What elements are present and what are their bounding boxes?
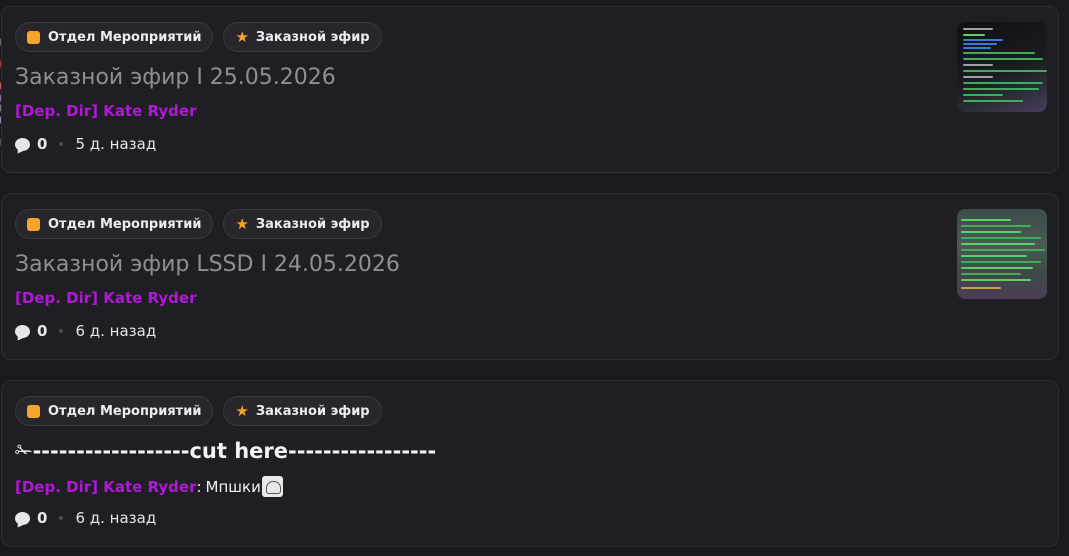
post-time: 6 д. назад xyxy=(75,322,157,340)
author-suffix: : xyxy=(196,477,202,496)
tag-list: Отдел Мероприятий ★ Заказной эфир xyxy=(15,22,382,52)
post-title[interactable]: ✁------------------cut here-------------… xyxy=(15,439,436,463)
tag-label: Заказной эфир xyxy=(255,403,370,419)
separator-dot xyxy=(59,142,64,146)
author-name[interactable]: [Dep. Dir] Kate Ryder xyxy=(15,478,196,496)
post-card[interactable]: Отдел Мероприятий ★ Заказной эфир Заказн… xyxy=(1,193,1059,360)
star-icon: ★ xyxy=(235,28,249,46)
post-card[interactable]: Отдел Мероприятий ★ Заказной эфир Заказн… xyxy=(1,6,1059,173)
author-line: [Dep. Dir] Kate Ryder : Мпшки xyxy=(15,476,283,497)
post-time: 5 д. назад xyxy=(75,135,157,153)
post-thumbnail[interactable] xyxy=(957,209,1047,299)
tag-label: Отдел Мероприятий xyxy=(48,29,202,45)
author-name[interactable]: [Dep. Dir] Kate Ryder xyxy=(15,289,196,307)
orange-square-icon xyxy=(27,30,40,44)
tag-events-department[interactable]: Отдел Мероприятий xyxy=(15,209,214,239)
post-title[interactable]: Заказной эфир I 25.05.2026 xyxy=(15,65,336,90)
tag-label: Заказной эфир xyxy=(255,216,370,232)
author-line: [Dep. Dir] Kate Ryder xyxy=(15,289,196,307)
tag-events-department[interactable]: Отдел Мероприятий xyxy=(15,396,214,426)
separator-dot xyxy=(59,516,64,520)
tag-custom-broadcast[interactable]: ★ Заказной эфир xyxy=(223,22,382,52)
comment-bubble-icon xyxy=(15,511,30,525)
post-thumbnail[interactable] xyxy=(957,22,1047,112)
post-meta: 0 6 д. назад xyxy=(15,509,156,527)
comment-bubble-icon xyxy=(15,137,30,151)
author-line: [Dep. Dir] Kate Ryder xyxy=(15,102,196,120)
tag-label: Отдел Мероприятий xyxy=(48,216,202,232)
post-card[interactable]: Отдел Мероприятий ★ Заказной эфир ✁-----… xyxy=(1,380,1059,547)
post-meta: 0 6 д. назад xyxy=(15,322,156,340)
tag-events-department[interactable]: Отдел Мероприятий xyxy=(15,22,214,52)
tag-label: Отдел Мероприятий xyxy=(48,403,202,419)
star-icon: ★ xyxy=(235,402,249,420)
star-icon: ★ xyxy=(235,215,249,233)
post-meta: 0 5 д. назад xyxy=(15,135,156,153)
tag-label: Заказной эфир xyxy=(255,29,370,45)
comment-count: 0 xyxy=(37,322,48,340)
tag-list: Отдел Мероприятий ★ Заказной эфир xyxy=(15,396,382,426)
tag-list: Отдел Мероприятий ★ Заказной эфир xyxy=(15,209,382,239)
tag-custom-broadcast[interactable]: ★ Заказной эфир xyxy=(223,209,382,239)
comment-count: 0 xyxy=(37,135,48,153)
orange-square-icon xyxy=(27,217,40,231)
separator-dot xyxy=(59,329,64,333)
orange-square-icon xyxy=(27,404,40,418)
message-preview: Мпшки xyxy=(205,477,261,496)
sticker-emoji-icon xyxy=(261,476,283,497)
post-time: 6 д. назад xyxy=(75,509,157,527)
comment-bubble-icon xyxy=(15,324,30,338)
tag-custom-broadcast[interactable]: ★ Заказной эфир xyxy=(223,396,382,426)
author-name[interactable]: [Dep. Dir] Kate Ryder xyxy=(15,102,196,120)
comment-count: 0 xyxy=(37,509,48,527)
forum-feed: Отдел Мероприятий ★ Заказной эфир Заказн… xyxy=(0,0,1069,556)
post-title[interactable]: Заказной эфир LSSD I 24.05.2026 xyxy=(15,252,400,277)
